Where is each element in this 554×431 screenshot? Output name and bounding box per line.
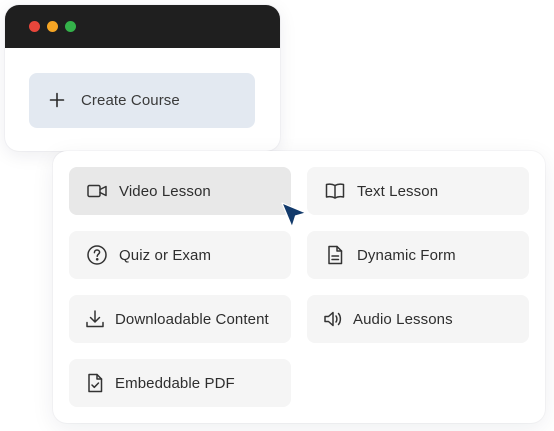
- menu-item-label: Quiz or Exam: [119, 246, 212, 264]
- file-check-icon: [83, 371, 107, 395]
- window-titlebar: [5, 5, 280, 48]
- menu-item-label: Dynamic Form: [357, 246, 456, 264]
- menu-item-downloadable-content[interactable]: Downloadable Content: [69, 295, 291, 343]
- app-window: Create Course: [5, 5, 280, 151]
- menu-item-audio-lessons[interactable]: Audio Lessons: [307, 295, 529, 343]
- menu-item-video-lesson[interactable]: Video Lesson: [69, 167, 291, 215]
- menu-item-dynamic-form[interactable]: Dynamic Form: [307, 231, 529, 279]
- video-camera-icon: [85, 179, 109, 203]
- question-circle-icon: [85, 243, 109, 267]
- create-course-button[interactable]: Create Course: [29, 73, 255, 128]
- menu-item-label: Downloadable Content: [115, 310, 269, 328]
- document-icon: [323, 243, 347, 267]
- lesson-type-menu: Video Lesson Text Lesson Quiz or Exam Dy…: [53, 151, 545, 423]
- minimize-window-button[interactable]: [47, 21, 58, 32]
- plus-icon: [47, 91, 67, 111]
- download-icon: [83, 307, 107, 331]
- menu-item-embeddable-pdf[interactable]: Embeddable PDF: [69, 359, 291, 407]
- menu-item-label: Embeddable PDF: [115, 374, 235, 392]
- menu-item-label: Audio Lessons: [353, 310, 453, 328]
- close-window-button[interactable]: [29, 21, 40, 32]
- speaker-icon: [321, 307, 345, 331]
- menu-item-label: Video Lesson: [119, 182, 211, 200]
- menu-item-label: Text Lesson: [357, 182, 439, 200]
- maximize-window-button[interactable]: [65, 21, 76, 32]
- mouse-pointer-icon: [281, 202, 307, 228]
- create-course-label: Create Course: [81, 92, 180, 109]
- stage: Create Course Video Lesson Text Lesson Q…: [0, 0, 554, 431]
- open-book-icon: [323, 179, 347, 203]
- menu-item-quiz-or-exam[interactable]: Quiz or Exam: [69, 231, 291, 279]
- menu-item-text-lesson[interactable]: Text Lesson: [307, 167, 529, 215]
